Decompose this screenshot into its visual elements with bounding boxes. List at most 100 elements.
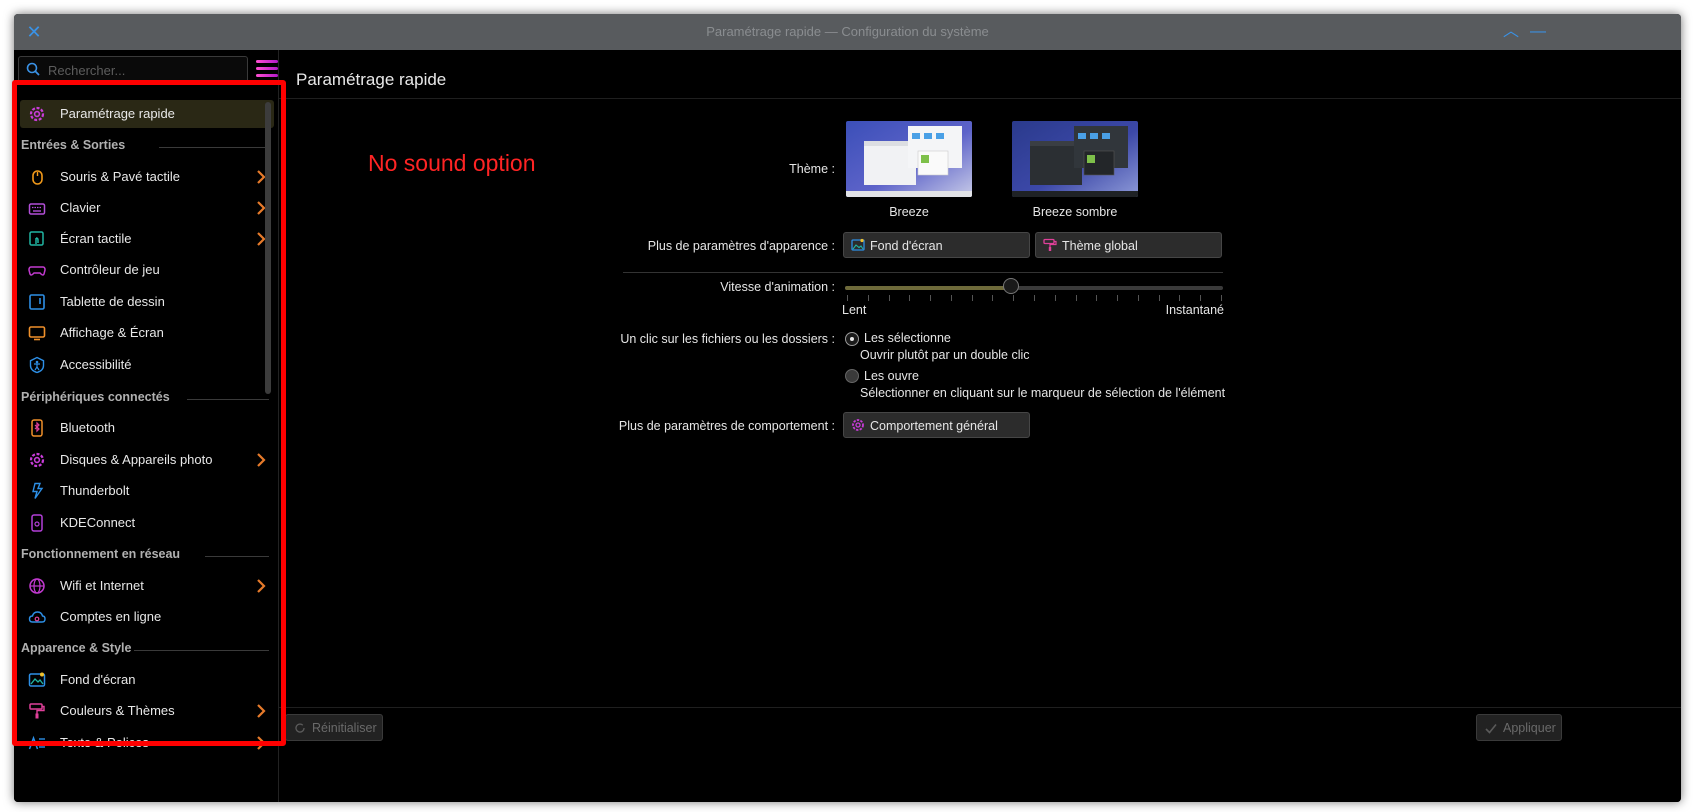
appearance-label: Plus de paramètres d'apparence : — [647, 239, 835, 253]
sidebar-item-label: Écran tactile — [60, 231, 132, 246]
chevron-right-icon — [257, 704, 266, 718]
gear-icon — [852, 419, 864, 431]
radio-open[interactable] — [845, 369, 859, 383]
monitor-icon — [28, 326, 46, 341]
slider-tick — [1179, 295, 1181, 301]
sidebar-item-label: Accessibilité — [60, 357, 132, 372]
gear-icon — [29, 452, 45, 468]
sidebar-item-online-accounts[interactable]: Comptes en ligne — [20, 603, 274, 631]
slider-tick — [867, 295, 869, 301]
slider-tick — [909, 295, 911, 301]
divider — [623, 272, 1223, 273]
mouse-icon — [32, 170, 43, 185]
gamepad-icon — [28, 266, 46, 276]
button-label: Appliquer — [1503, 721, 1556, 735]
maximize-icon[interactable]: ︿ — [1501, 22, 1521, 42]
sidebar-item-disks-cameras[interactable]: Disques & Appareils photo — [20, 446, 274, 474]
radio-open-hint: Sélectionner en cliquant sur le marqueur… — [860, 386, 1226, 400]
theme-name: Breeze sombre — [1032, 205, 1118, 219]
radio-select-label: Les sélectionne — [864, 331, 951, 345]
button-label: Fond d'écran — [870, 239, 943, 253]
reset-icon — [295, 723, 305, 733]
system-settings-window: ✕ Paramétrage rapide — Configuration du … — [14, 14, 1681, 802]
theme-preview-breeze[interactable] — [846, 121, 972, 197]
divider — [134, 650, 269, 651]
sidebar-item-accessibility[interactable]: Accessibilité — [20, 351, 274, 379]
radio-select[interactable] — [845, 332, 859, 346]
theme-preview-breeze-dark[interactable] — [1012, 121, 1138, 197]
slider-min-label: Lent — [842, 303, 867, 317]
sidebar-item-quick-settings[interactable]: Paramétrage rapide — [20, 100, 274, 128]
sidebar-item-thunderbolt[interactable]: Thunderbolt — [20, 477, 274, 505]
sidebar-item-touchscreen[interactable]: Écran tactile — [20, 225, 274, 253]
chevron-right-icon — [257, 736, 266, 750]
section-header: Fonctionnement en réseau — [21, 547, 269, 565]
sidebar-item-label: Souris & Pavé tactile — [60, 169, 180, 184]
button-label: Réinitialiser — [312, 721, 377, 735]
sidebar-item-wallpaper[interactable]: Fond d'écran — [20, 666, 274, 694]
divider — [187, 399, 269, 400]
sidebar-item-display[interactable]: Affichage & Écran — [20, 319, 274, 347]
sidebar-item-kdeconnect[interactable]: KDEConnect — [20, 509, 274, 537]
sidebar-scrollbar[interactable] — [265, 102, 271, 394]
sidebar-item-label: Affichage & Écran — [60, 325, 164, 340]
sidebar-item-label: Contrôleur de jeu — [60, 262, 160, 277]
apply-button[interactable]: Appliquer — [1476, 714, 1562, 741]
sidebar-item-mouse-touchpad[interactable]: Souris & Pavé tactile — [20, 163, 274, 191]
slider-tick — [930, 295, 932, 301]
title-bar: ✕ Paramétrage rapide — Configuration du … — [14, 14, 1681, 50]
slider-tick — [1075, 295, 1077, 301]
sidebar-item-game-controller[interactable]: Contrôleur de jeu — [20, 256, 274, 284]
animation-speed-label: Vitesse d'animation : — [720, 280, 835, 294]
footer-divider — [279, 707, 1681, 708]
reset-button[interactable]: Réinitialiser — [285, 714, 383, 741]
annotation-text: No sound option — [368, 150, 536, 176]
image-icon — [851, 238, 865, 251]
slider-tick — [1096, 295, 1098, 301]
radio-select-hint: Ouvrir plutôt par un double clic — [860, 348, 1030, 362]
click-behavior-label: Un clic sur les fichiers ou les dossiers… — [620, 332, 835, 346]
bluetooth-icon — [31, 419, 43, 437]
sidebar: Paramétrage rapide Entrées & Sorties Sou… — [14, 50, 284, 802]
slider-tick — [1158, 295, 1160, 301]
sidebar-item-label: Paramétrage rapide — [60, 106, 175, 121]
footer-bar: Réinitialiser Appliquer — [279, 707, 1681, 802]
breeze-preview-image — [846, 121, 972, 197]
sidebar-item-label: Couleurs & Thèmes — [60, 703, 175, 718]
minimize-icon[interactable]: — — [1528, 22, 1548, 42]
slider-tick — [1200, 295, 1202, 301]
sidebar-item-bluetooth[interactable]: Bluetooth — [20, 414, 274, 442]
slider-handle[interactable] — [1003, 278, 1020, 294]
menu-icon[interactable] — [256, 60, 278, 80]
chevron-right-icon — [257, 453, 266, 467]
button-label: Thème global — [1062, 239, 1138, 253]
search-input[interactable] — [46, 60, 240, 80]
slider-tick — [1221, 295, 1222, 301]
sidebar-item-colors-themes[interactable]: Couleurs & Thèmes — [20, 697, 274, 725]
content-area: Paramétrage rapide No sound option Thème… — [279, 50, 1681, 802]
behavior-label: Plus de paramètres de comportement : — [618, 419, 835, 433]
sidebar-item-label: Clavier — [60, 200, 101, 215]
section-header: Entrées & Sorties — [21, 138, 269, 156]
section-label: Fonctionnement en réseau — [21, 547, 181, 561]
breeze-dark-preview-image — [1012, 121, 1138, 197]
slider-tick — [888, 295, 890, 301]
sidebar-item-label: Bluetooth — [60, 420, 115, 435]
window-title: Paramétrage rapide — Configuration du sy… — [706, 24, 989, 39]
globe-icon — [29, 578, 45, 594]
global-theme-button[interactable]: Thème global — [1035, 232, 1222, 258]
radio-open-label: Les ouvre — [864, 369, 919, 383]
slider-tick — [950, 295, 952, 301]
image-icon — [28, 672, 46, 687]
sidebar-item-label: Comptes en ligne — [60, 609, 162, 624]
sidebar-item-wifi-internet[interactable]: Wifi et Internet — [20, 572, 274, 600]
sidebar-item-keyboard[interactable]: Clavier — [20, 194, 274, 222]
paint-roller-icon — [1043, 238, 1057, 251]
wallpaper-button[interactable]: Fond d'écran — [843, 232, 1030, 258]
search-field[interactable] — [18, 56, 248, 84]
slider-tick — [1013, 295, 1015, 301]
general-behavior-button[interactable]: Comportement général — [843, 412, 1030, 438]
animation-speed-slider[interactable] — [845, 286, 1223, 290]
sidebar-item-text-fonts[interactable]: Texte & Polices — [20, 729, 274, 757]
sidebar-item-drawing-tablet[interactable]: Tablette de dessin — [20, 288, 274, 316]
